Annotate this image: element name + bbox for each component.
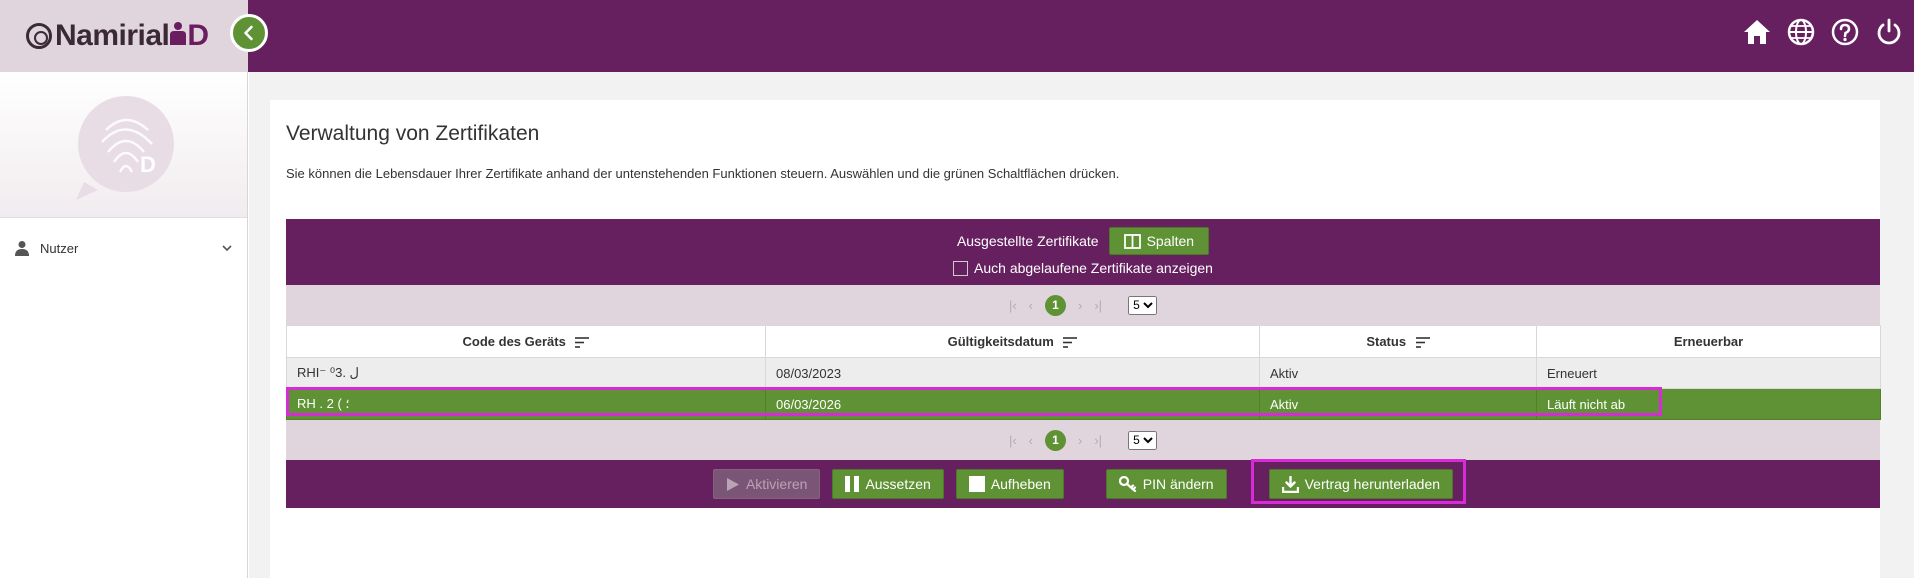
cell-renewable: Läuft nicht ab — [1536, 388, 1881, 420]
pause-icon — [845, 476, 860, 492]
download-icon — [1281, 475, 1299, 493]
logo-id-mark-icon — [169, 19, 187, 53]
table-caption-bar: Ausgestellte Zertifikate Spalten Auch ab… — [286, 219, 1880, 285]
page-size-select[interactable]: 5 — [1128, 430, 1158, 450]
user-icon — [15, 241, 29, 256]
table-row-selected[interactable]: RH . 2 ( ؛ 06/03/2026 Aktiv Läuft nicht … — [286, 388, 1881, 420]
play-icon — [726, 477, 739, 491]
page-number[interactable]: 1 — [1045, 429, 1066, 451]
revoke-button[interactable]: Aufheben — [955, 469, 1064, 499]
sidebar-collapse-button[interactable] — [230, 14, 268, 52]
sidebar-item-user[interactable]: Nutzer — [0, 228, 247, 268]
last-page-icon[interactable]: ›| — [1094, 433, 1102, 448]
prev-page-icon[interactable]: ‹ — [1029, 433, 1033, 448]
sidebar-item-label: Nutzer — [40, 240, 79, 256]
page-size-select[interactable]: 5 — [1128, 295, 1158, 315]
column-header-renewable: Erneuerbar — [1536, 325, 1881, 358]
table-caption-label: Ausgestellte Zertifikate — [956, 233, 1099, 249]
help-icon[interactable] — [1830, 17, 1860, 47]
change-pin-button-label: PIN ändern — [1142, 476, 1214, 492]
page-description: Sie können die Lebensdauer Ihrer Zertifi… — [286, 166, 1120, 181]
prev-page-icon[interactable]: ‹ — [1029, 298, 1033, 313]
globe-icon[interactable] — [1786, 17, 1816, 47]
page-number[interactable]: 1 — [1045, 294, 1066, 316]
page-title: Verwaltung von Zertifikaten — [286, 122, 540, 145]
app-root: Namirial D D Nutzer Verwaltung von Zerti… — [0, 0, 1923, 586]
first-page-icon[interactable]: |‹ — [1009, 433, 1017, 448]
stop-icon — [968, 476, 985, 492]
table-row[interactable]: RHI⁻ ⁰ل .3 08/03/2023 Aktiv Erneuert — [286, 357, 1881, 389]
chevron-left-icon — [244, 25, 253, 41]
column-header-label: Erneuerbar — [1673, 334, 1744, 349]
activate-button-label: Aktivieren — [745, 476, 808, 492]
logo-suffix: D — [187, 19, 209, 52]
certificates-grid: Code des Geräts Gültigkeitsdatum Status … — [286, 325, 1881, 420]
columns-button-label: Spalten — [1146, 233, 1195, 249]
cell-device-code: RHI⁻ ⁰ل .3 — [286, 357, 766, 389]
activate-button[interactable]: Aktivieren — [712, 469, 821, 499]
user-avatar-area: D — [0, 72, 247, 218]
show-expired-label: Auch abgelaufene Zertifikate anzeigen — [974, 260, 1213, 276]
cell-validity-date: 06/03/2026 — [765, 388, 1260, 420]
certificates-table: Ausgestellte Zertifikate Spalten Auch ab… — [286, 219, 1881, 508]
column-header-status[interactable]: Status — [1259, 325, 1537, 358]
chevron-down-icon — [222, 245, 232, 252]
show-expired-toggle[interactable]: Auch abgelaufene Zertifikate anzeigen — [286, 260, 1880, 276]
column-header-label: Gültigkeitsdatum — [947, 334, 1054, 349]
first-page-icon[interactable]: |‹ — [1009, 298, 1017, 313]
home-icon[interactable] — [1742, 17, 1772, 47]
suspend-button[interactable]: Aussetzen — [832, 469, 944, 499]
last-page-icon[interactable]: ›| — [1094, 298, 1102, 313]
table-caption: Ausgestellte Zertifikate Spalten — [286, 227, 1880, 255]
next-page-icon[interactable]: › — [1078, 433, 1082, 448]
column-header-device-code[interactable]: Code des Geräts — [286, 325, 766, 358]
cell-validity-date: 08/03/2023 — [765, 357, 1260, 389]
download-contract-button-label: Vertrag herunterladen — [1304, 476, 1441, 492]
suspend-button-label: Aussetzen — [865, 476, 931, 492]
paginator-bottom: |‹ ‹ 1 › ›| 5 — [286, 420, 1880, 460]
show-expired-checkbox[interactable] — [953, 260, 969, 276]
columns-button[interactable]: Spalten — [1108, 227, 1210, 255]
top-bar — [248, 0, 1914, 72]
cell-device-code: RH . 2 ( ؛ — [286, 388, 766, 420]
cell-status: Aktiv — [1259, 388, 1537, 420]
logo-bar: Namirial D — [0, 0, 248, 72]
namirial-id-logo[interactable]: Namirial D — [26, 19, 209, 53]
cell-renewable: Erneuert — [1536, 357, 1881, 389]
next-page-icon[interactable]: › — [1078, 298, 1082, 313]
sort-icon[interactable] — [1415, 337, 1430, 348]
logo-ring-icon — [26, 23, 52, 49]
table-header-row: Code des Geräts Gültigkeitsdatum Status … — [286, 325, 1881, 358]
cell-status: Aktiv — [1259, 357, 1537, 389]
column-header-validity-date[interactable]: Gültigkeitsdatum — [765, 325, 1260, 358]
logo-text: Namirial — [55, 19, 170, 52]
svg-text:D: D — [140, 152, 156, 177]
sidebar: D Nutzer — [0, 72, 248, 578]
column-header-label: Code des Geräts — [462, 334, 566, 349]
power-icon[interactable] — [1874, 17, 1904, 47]
change-pin-button[interactable]: PIN ändern — [1105, 469, 1227, 499]
columns-icon — [1123, 233, 1141, 249]
sort-icon[interactable] — [1063, 337, 1078, 348]
action-bar: Aktivieren Aussetzen Aufheben PIN ändern… — [286, 460, 1880, 508]
avatar-fingerprint-icon: D — [75, 95, 174, 200]
column-header-label: Status — [1366, 334, 1407, 349]
sort-icon[interactable] — [575, 337, 590, 348]
download-contract-button[interactable]: Vertrag herunterladen — [1268, 469, 1454, 499]
top-bar-actions — [1742, 17, 1904, 47]
revoke-button-label: Aufheben — [990, 476, 1051, 492]
key-icon — [1118, 476, 1136, 492]
paginator-top: |‹ ‹ 1 › ›| 5 — [286, 285, 1880, 325]
